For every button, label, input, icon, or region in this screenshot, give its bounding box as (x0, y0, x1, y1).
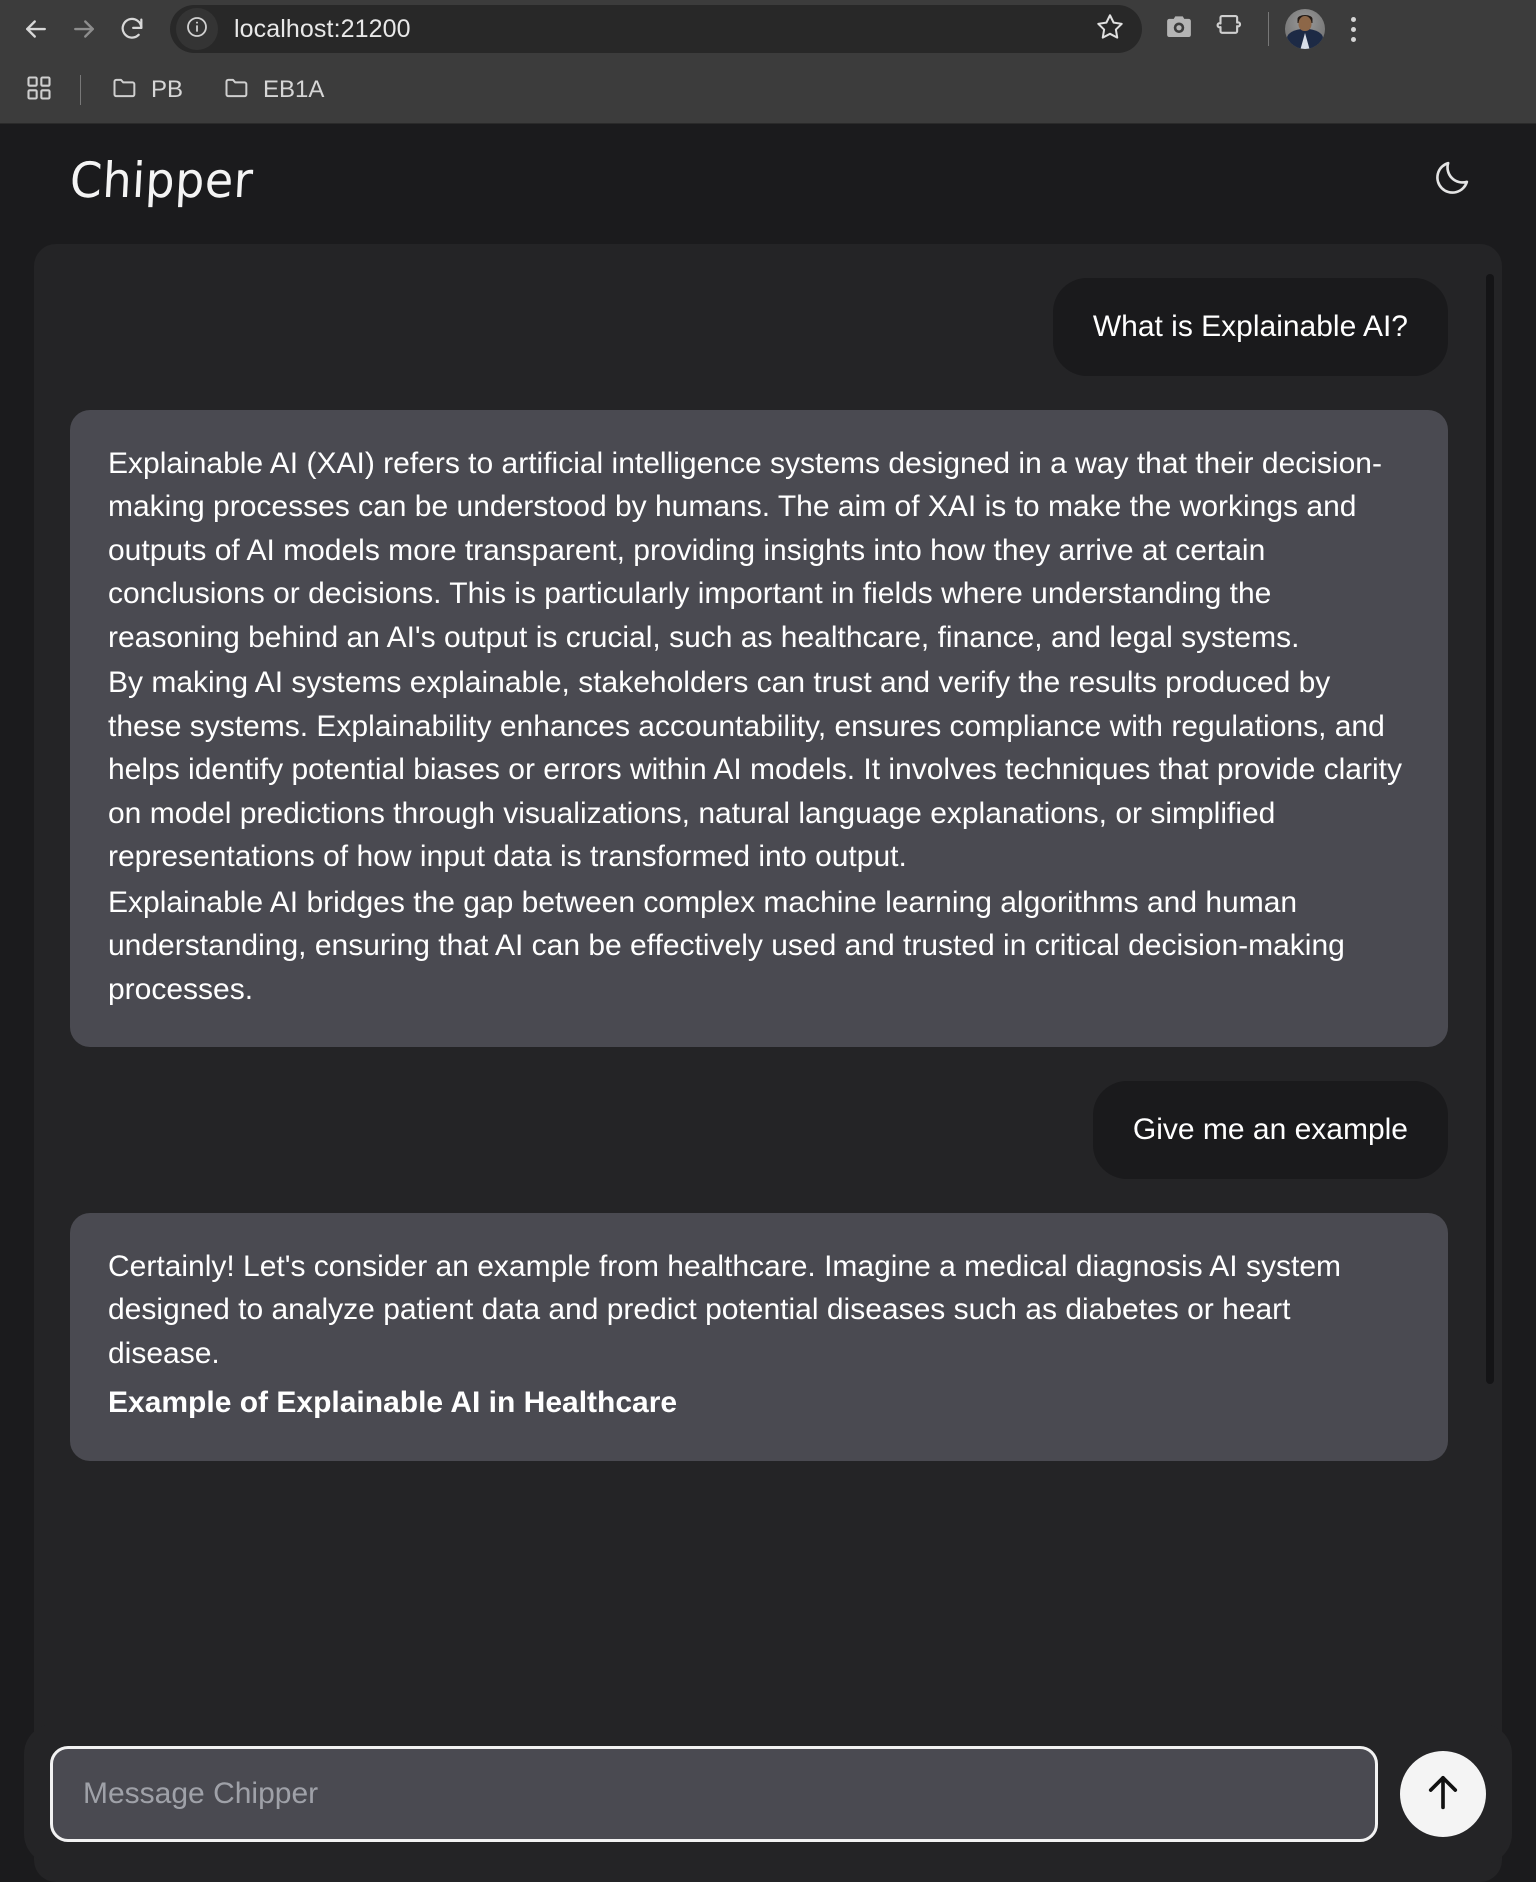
browser-toolbar: localhost:21200 (0, 0, 1536, 58)
profile-avatar[interactable] (1285, 9, 1325, 49)
folder-icon (111, 74, 139, 107)
app-header: Chipper (0, 124, 1536, 236)
back-button[interactable] (14, 7, 58, 51)
info-circle-icon (185, 15, 209, 44)
address-bar[interactable]: localhost:21200 (170, 5, 1142, 53)
moon-icon (1431, 157, 1473, 204)
bookmark-label: EB1A (263, 76, 325, 103)
chat-message-list: What is Explainable AI? Explainable AI (… (70, 278, 1466, 1882)
message-row-user: What is Explainable AI? (70, 278, 1448, 376)
bookmark-folder-pb[interactable]: PB (99, 68, 195, 113)
arrow-left-icon (21, 14, 51, 44)
page-title: Chipper (68, 151, 255, 209)
screenshot-button[interactable] (1156, 6, 1202, 52)
send-button[interactable] (1400, 1751, 1486, 1837)
arrow-up-icon (1420, 1769, 1466, 1820)
extensions-button[interactable] (1206, 6, 1252, 52)
bookmark-button[interactable] (1092, 11, 1128, 47)
assistant-section-heading: Example of Explainable AI in Healthcare (108, 1386, 678, 1419)
apps-shortcut-button[interactable] (16, 67, 62, 113)
chipper-app: Chipper What is Explainable AI? Explaina… (0, 124, 1536, 1882)
theme-toggle-button[interactable] (1424, 152, 1480, 208)
toolbar-divider (1268, 12, 1269, 46)
chat-scrollbar[interactable] (1486, 274, 1494, 1414)
assistant-paragraph: Certainly! Let's consider an example fro… (108, 1249, 1341, 1370)
message-row-assistant: Certainly! Let's consider an example fro… (70, 1212, 1448, 1461)
star-icon (1095, 12, 1125, 47)
three-dots-vertical-icon-dot (1350, 16, 1356, 22)
camera-icon (1164, 12, 1194, 47)
assistant-paragraph: Explainable AI (XAI) refers to artificia… (108, 446, 1382, 654)
bookmark-label: PB (151, 76, 184, 103)
bookmarks-divider (80, 75, 81, 105)
chat-panel: What is Explainable AI? Explainable AI (… (34, 244, 1502, 1882)
user-message-bubble: What is Explainable AI? (1052, 278, 1448, 376)
forward-button[interactable] (62, 7, 106, 51)
assistant-message-bubble: Certainly! Let's consider an example fro… (70, 1212, 1448, 1461)
reload-button[interactable] (110, 7, 154, 51)
message-row-assistant: Explainable AI (XAI) refers to artificia… (70, 409, 1448, 1047)
message-input-placeholder: Message Chipper (83, 1777, 319, 1810)
assistant-paragraph: By making AI systems explainable, stakeh… (108, 666, 1402, 873)
bookmark-folder-eb1a[interactable]: EB1A (211, 68, 336, 113)
chat-scrollbar-thumb[interactable] (1486, 274, 1494, 1384)
address-bar-url[interactable]: localhost:21200 (218, 15, 1092, 44)
assistant-paragraph: Explainable AI bridges the gap between c… (108, 885, 1345, 1006)
message-input[interactable]: Message Chipper (50, 1746, 1378, 1842)
message-composer: Message Chipper (24, 1724, 1512, 1864)
avatar-head (1298, 15, 1312, 31)
message-row-user: Give me an example (70, 1081, 1448, 1179)
three-dots-vertical-icon-dot (1350, 26, 1356, 32)
reload-icon (118, 15, 146, 43)
assistant-message-bubble: Explainable AI (XAI) refers to artificia… (70, 409, 1448, 1047)
site-info-button[interactable] (176, 8, 218, 50)
apps-grid-icon (25, 74, 53, 107)
bookmarks-bar: PB EB1A (0, 58, 1536, 122)
puzzle-piece-icon (1214, 12, 1244, 47)
browser-menu-button[interactable] (1333, 6, 1373, 52)
folder-icon (223, 74, 251, 107)
arrow-right-icon (69, 14, 99, 44)
browser-chrome: localhost:21200 PB EB1A (0, 0, 1536, 124)
three-dots-vertical-icon-dot (1350, 36, 1356, 42)
user-message-bubble: Give me an example (1092, 1081, 1448, 1179)
